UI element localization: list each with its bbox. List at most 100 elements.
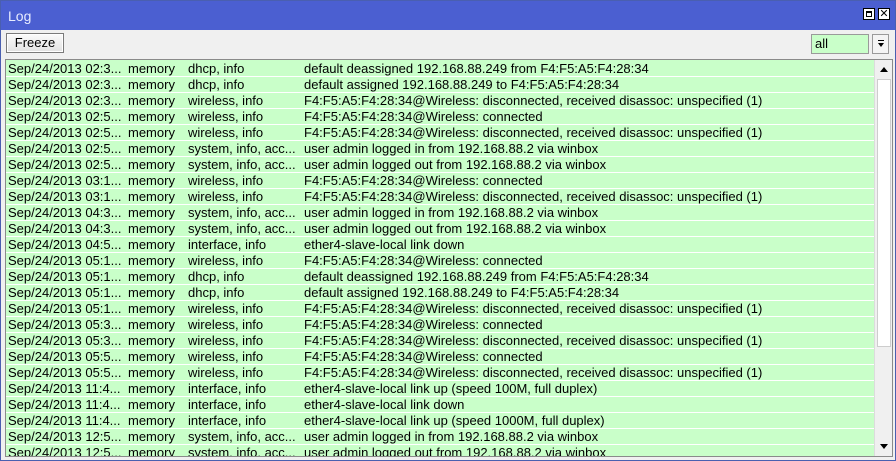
log-row[interactable]: Sep/24/2013 12:5... memory system, info, a… — [6, 445, 874, 457]
log-time: Sep/24/2013 11:4... — [8, 381, 121, 396]
log-time: Sep/24/2013 04:3... — [8, 221, 122, 236]
log-time: Sep/24/2013 05:3... — [8, 317, 122, 332]
log-row[interactable]: Sep/24/2013 05:1... memory dhcp, info defau… — [6, 269, 874, 285]
log-row[interactable]: Sep/24/2013 05:1... memory wireless, info F… — [6, 301, 874, 317]
log-message: ether4-slave-local link down — [304, 237, 465, 252]
log-topics: wireless, info — [188, 349, 264, 364]
log-buffer: memory — [128, 269, 175, 284]
log-time: Sep/24/2013 05:1... — [8, 253, 122, 268]
log-topics: wireless, info — [188, 109, 264, 124]
log-row[interactable]: Sep/24/2013 12:5... memory system, info, a… — [6, 429, 874, 445]
log-row[interactable]: Sep/24/2013 11:4... memory interface, info… — [6, 397, 874, 413]
window-title: Log — [8, 8, 32, 24]
log-row[interactable]: Sep/24/2013 04:3... memory system, info, a… — [6, 221, 874, 237]
log-buffer: memory — [128, 189, 175, 204]
log-time: Sep/24/2013 03:1... — [8, 189, 122, 204]
log-window: Log ✕ Freeze all Sep/24/2013 02:3... memo… — [0, 0, 896, 461]
log-time: Sep/24/2013 02:5... — [8, 125, 122, 140]
log-topics: dhcp, info — [188, 285, 245, 300]
log-message: user admin logged in from 192.168.88.2 v… — [304, 205, 599, 220]
log-row[interactable]: Sep/24/2013 04:3... memory system, info, a… — [6, 205, 874, 221]
log-topics: wireless, info — [188, 125, 264, 140]
log-time: Sep/24/2013 12:5... — [8, 429, 122, 444]
log-row[interactable]: Sep/24/2013 05:1... memory wireless, info F… — [6, 253, 874, 269]
log-topics: wireless, info — [188, 93, 264, 108]
scrollbar-thumb[interactable] — [877, 79, 891, 347]
log-rows: Sep/24/2013 02:3... memory dhcp, info defau… — [6, 61, 874, 457]
log-row[interactable]: Sep/24/2013 05:3... memory wireless, info F… — [6, 333, 874, 349]
log-time: Sep/24/2013 02:3... — [8, 61, 122, 76]
log-topics: system, info, acc... — [188, 205, 296, 220]
log-buffer: memory — [128, 141, 175, 156]
log-buffer: memory — [128, 381, 175, 396]
buffer-filter-select[interactable]: all — [811, 34, 889, 54]
log-row[interactable]: Sep/24/2013 02:5... memory wireless, info F… — [6, 109, 874, 125]
log-row[interactable]: Sep/24/2013 02:5... memory system, info, a… — [6, 157, 874, 173]
log-buffer: memory — [128, 237, 175, 252]
log-topics: interface, info — [188, 397, 267, 412]
log-message: default deassigned 192.168.88.249 from F… — [304, 269, 649, 284]
log-row[interactable]: Sep/24/2013 02:3... memory dhcp, info defau… — [6, 61, 874, 77]
log-row[interactable]: Sep/24/2013 03:1... memory wireless, info F… — [6, 189, 874, 205]
log-message: default assigned 192.168.88.249 to F4:F5… — [304, 285, 620, 300]
log-message: F4:F5:A5:F4:28:34@Wireless: disconnected… — [304, 301, 763, 316]
log-time: Sep/24/2013 05:3... — [8, 333, 122, 348]
log-topics: wireless, info — [188, 253, 264, 268]
title-bar[interactable]: Log ✕ — [1, 1, 895, 30]
log-buffer: memory — [128, 253, 175, 268]
log-buffer: memory — [128, 157, 175, 172]
log-row[interactable]: Sep/24/2013 04:5... memory interface, info… — [6, 237, 874, 253]
log-message: F4:F5:A5:F4:28:34@Wireless: connected — [304, 253, 543, 268]
restore-icon[interactable] — [863, 8, 875, 20]
log-topics: wireless, info — [188, 333, 264, 348]
log-row[interactable]: Sep/24/2013 02:5... memory system, info, a… — [6, 141, 874, 157]
log-message: F4:F5:A5:F4:28:34@Wireless: disconnected… — [304, 189, 763, 204]
log-topics: wireless, info — [188, 173, 264, 188]
log-topics: interface, info — [188, 413, 267, 428]
log-time: Sep/24/2013 05:1... — [8, 269, 122, 284]
freeze-button[interactable]: Freeze — [6, 33, 64, 53]
log-row[interactable]: Sep/24/2013 11:4... memory interface, info… — [6, 413, 874, 429]
vertical-scrollbar[interactable] — [874, 60, 892, 456]
log-buffer: memory — [128, 205, 175, 220]
log-message: user admin logged in from 192.168.88.2 v… — [304, 429, 599, 444]
log-message: default deassigned 192.168.88.249 from F… — [304, 61, 649, 76]
log-buffer: memory — [128, 93, 175, 108]
log-message: user admin logged out from 192.168.88.2 … — [304, 157, 607, 172]
log-time: Sep/24/2013 02:3... — [8, 93, 122, 108]
log-row[interactable]: Sep/24/2013 05:5... memory wireless, info F… — [6, 365, 874, 381]
log-message: F4:F5:A5:F4:28:34@Wireless: disconnected… — [304, 365, 763, 380]
log-buffer: memory — [128, 301, 175, 316]
scroll-down-arrow-icon[interactable] — [875, 438, 892, 455]
log-topics: system, info, acc... — [188, 141, 296, 156]
log-buffer: memory — [128, 445, 175, 457]
log-topics: interface, info — [188, 237, 267, 252]
log-row[interactable]: Sep/24/2013 02:5... memory wireless, info F… — [6, 125, 874, 141]
log-topics: wireless, info — [188, 365, 264, 380]
log-message: user admin logged in from 192.168.88.2 v… — [304, 141, 599, 156]
log-topics: interface, info — [188, 381, 267, 396]
log-buffer: memory — [128, 349, 175, 364]
log-row[interactable]: Sep/24/2013 02:3... memory wireless, info F… — [6, 93, 874, 109]
log-message: F4:F5:A5:F4:28:34@Wireless: connected — [304, 109, 543, 124]
filter-value[interactable]: all — [811, 34, 869, 54]
log-topics: dhcp, info — [188, 61, 245, 76]
log-time: Sep/24/2013 02:5... — [8, 109, 122, 124]
chevron-down-icon[interactable] — [872, 34, 889, 54]
log-buffer: memory — [128, 173, 175, 188]
log-row[interactable]: Sep/24/2013 05:5... memory wireless, info F… — [6, 349, 874, 365]
log-row[interactable]: Sep/24/2013 02:3... memory dhcp, info defau… — [6, 77, 874, 93]
log-buffer: memory — [128, 285, 175, 300]
log-message: user admin logged out from 192.168.88.2 … — [304, 445, 607, 457]
log-row[interactable]: Sep/24/2013 11:4... memory interface, info… — [6, 381, 874, 397]
log-row[interactable]: Sep/24/2013 03:1... memory wireless, info F… — [6, 173, 874, 189]
log-buffer: memory — [128, 221, 175, 236]
log-message: F4:F5:A5:F4:28:34@Wireless: connected — [304, 349, 543, 364]
log-message: F4:F5:A5:F4:28:34@Wireless: disconnected… — [304, 125, 763, 140]
scroll-up-arrow-icon[interactable] — [875, 61, 892, 78]
log-buffer: memory — [128, 317, 175, 332]
log-message: ether4-slave-local link up (speed 100M, … — [304, 381, 598, 396]
log-row[interactable]: Sep/24/2013 05:1... memory dhcp, info defau… — [6, 285, 874, 301]
log-row[interactable]: Sep/24/2013 05:3... memory wireless, info F… — [6, 317, 874, 333]
close-icon[interactable]: ✕ — [878, 8, 890, 20]
